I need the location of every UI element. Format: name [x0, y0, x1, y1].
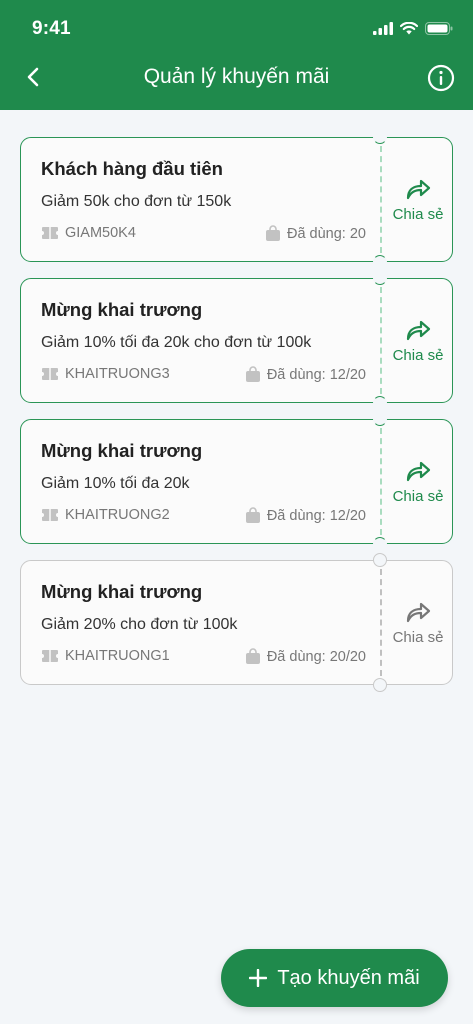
share-button[interactable]: Chia sẻ: [382, 138, 454, 263]
plus-icon: [249, 969, 268, 987]
promotion-code: GIAM50K4: [41, 225, 136, 241]
share-label: Chia sẻ: [392, 347, 444, 364]
shopping-bag-icon: [265, 225, 280, 241]
promotion-code-text: GIAM50K4: [65, 225, 136, 241]
promotion-code-text: KHAITRUONG1: [65, 648, 170, 664]
promotion-description: Giảm 10% tối đa 20k cho đơn từ 100k: [41, 334, 312, 351]
share-label: Chia sẻ: [392, 488, 444, 505]
share-label: Chia sẻ: [392, 206, 444, 223]
shopping-bag-icon: [245, 507, 260, 523]
promotion-title: Mừng khai trương: [41, 440, 203, 461]
promotion-card[interactable]: Khách hàng đầu tiên Giảm 50k cho đơn từ …: [20, 130, 454, 269]
share-arrow-icon: [406, 320, 431, 341]
promotion-card[interactable]: Mừng khai trương Giảm 10% tối đa 20k KHA…: [20, 412, 454, 551]
ticket-icon: [42, 227, 58, 239]
share-button[interactable]: Chia sẻ: [382, 561, 454, 686]
promotion-title: Khách hàng đầu tiên: [41, 158, 223, 179]
ticket-icon: [42, 650, 58, 662]
ticket-icon: [42, 509, 58, 521]
promotion-usage: Đã dùng: 12/20: [245, 507, 366, 524]
battery-icon: [425, 22, 453, 35]
promotion-usage-text: Đã dùng: 20: [286, 225, 366, 242]
shopping-bag-icon: [245, 366, 260, 382]
share-label: Chia sẻ: [392, 629, 444, 646]
promotion-description: Giảm 50k cho đơn từ 150k: [41, 193, 232, 210]
promotion-usage-text: Đã dùng: 12/20: [266, 366, 366, 383]
nav-bar: Quản lý khuyến mãi: [0, 56, 473, 102]
promotion-usage: Đã dùng: 20: [265, 225, 366, 242]
promotion-title: Mừng khai trương: [41, 299, 203, 320]
promotion-card[interactable]: Mừng khai trương Giảm 20% cho đơn từ 100…: [20, 553, 454, 692]
share-arrow-icon: [406, 602, 431, 623]
promotion-code: KHAITRUONG2: [41, 507, 170, 523]
share-arrow-icon: [406, 461, 431, 482]
status-icons: [373, 22, 453, 35]
promotion-usage-text: Đã dùng: 12/20: [266, 507, 366, 524]
promotion-code: KHAITRUONG3: [41, 366, 170, 382]
promotion-card[interactable]: Mừng khai trương Giảm 10% tối đa 20k cho…: [20, 271, 454, 410]
promotion-usage: Đã dùng: 12/20: [245, 366, 366, 383]
info-icon: [427, 64, 455, 92]
create-promotion-label: Tạo khuyến mãi: [277, 966, 420, 989]
promotion-usage-text: Đã dùng: 20/20: [266, 648, 366, 665]
shopping-bag-icon: [245, 648, 260, 664]
status-bar: 9:41: [0, 0, 473, 56]
promotion-usage: Đã dùng: 20/20: [245, 648, 366, 665]
promotion-code: KHAITRUONG1: [41, 648, 170, 664]
share-button[interactable]: Chia sẻ: [382, 279, 454, 404]
info-button[interactable]: [426, 63, 456, 93]
promotion-description: Giảm 20% cho đơn từ 100k: [41, 616, 238, 633]
cellular-signal-icon: [373, 22, 393, 35]
status-time: 9:41: [32, 18, 71, 39]
share-arrow-icon: [406, 179, 431, 200]
promotion-title: Mừng khai trương: [41, 581, 203, 602]
app-header: 9:41 Quản lý khuyến mãi: [0, 0, 473, 110]
promotion-list: Khách hàng đầu tiên Giảm 50k cho đơn từ …: [20, 130, 454, 701]
promotion-description: Giảm 10% tối đa 20k: [41, 475, 190, 492]
ticket-icon: [42, 368, 58, 380]
create-promotion-button[interactable]: Tạo khuyến mãi: [221, 949, 448, 1007]
promotion-code-text: KHAITRUONG3: [65, 366, 170, 382]
promotion-code-text: KHAITRUONG2: [65, 507, 170, 523]
page-title: Quản lý khuyến mãi: [143, 65, 330, 88]
wifi-icon: [400, 22, 418, 35]
share-button[interactable]: Chia sẻ: [382, 420, 454, 545]
